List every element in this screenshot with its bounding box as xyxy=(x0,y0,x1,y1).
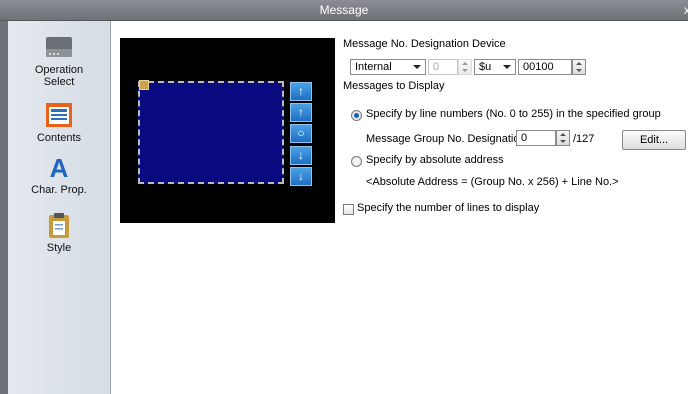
contents-icon xyxy=(46,103,72,127)
scroll-top-button: ↑ xyxy=(290,82,312,101)
edit-button[interactable]: Edit... xyxy=(622,130,686,150)
line-numbers-radio[interactable] xyxy=(351,110,362,121)
scroll-up-button: ↑ xyxy=(290,103,312,122)
absolute-address-radio[interactable] xyxy=(351,156,362,167)
sidebar-item-char-prop[interactable]: A Char. Prop. xyxy=(8,155,110,196)
sidebar-item-label: Operation Select xyxy=(34,64,84,88)
address-value: 00100 xyxy=(523,61,554,73)
scroll-bottom-button: ↓ xyxy=(290,167,312,186)
sidebar-item-operation-select[interactable]: Operation Select xyxy=(8,33,110,88)
chevron-down-icon xyxy=(413,65,421,69)
group-max-label: /127 xyxy=(573,133,595,145)
lines-display-checkbox[interactable] xyxy=(343,204,354,215)
svg-text:A: A xyxy=(50,155,69,181)
drive-icon xyxy=(46,37,72,57)
scroll-center-button: ○ xyxy=(290,124,312,143)
title-bar: Message x xyxy=(0,0,688,21)
resize-handle[interactable] xyxy=(139,80,149,90)
scroll-down-button: ↓ xyxy=(290,146,312,165)
device-number-spinner xyxy=(458,59,472,75)
lines-display-label: Specify the number of lines to display xyxy=(357,202,540,214)
device-number-field: 0 xyxy=(428,59,458,75)
device-heading: Message No. Designation Device xyxy=(343,38,506,50)
messages-heading: Messages to Display xyxy=(343,80,445,92)
window-title: Message xyxy=(319,3,369,17)
sidebar-item-label: Char. Prop. xyxy=(31,184,87,196)
sidebar-item-label: Contents xyxy=(36,132,82,144)
device-type-select[interactable]: Internal xyxy=(350,59,426,75)
group-number-value: 0 xyxy=(521,132,528,144)
address-spinner[interactable] xyxy=(572,59,586,75)
address-type-select[interactable]: $u xyxy=(474,59,516,75)
close-icon[interactable]: x xyxy=(684,3,688,17)
address-field[interactable]: 00100 xyxy=(518,59,572,75)
sidebar-item-style[interactable]: Style xyxy=(8,211,110,254)
sidebar: Operation Select Contents A Char. Prop. … xyxy=(8,21,111,394)
sidebar-item-contents[interactable]: Contents xyxy=(8,101,110,144)
group-number-spinner[interactable] xyxy=(556,130,570,146)
sidebar-item-label: Style xyxy=(46,242,72,254)
clipboard-icon xyxy=(49,213,69,238)
device-type-value: Internal xyxy=(355,61,392,73)
absolute-address-note: <Absolute Address = (Group No. x 256) + … xyxy=(366,176,619,188)
group-designation-label: Message Group No. Designation xyxy=(366,133,526,145)
window-frame xyxy=(0,21,8,394)
group-number-field[interactable]: 0 xyxy=(516,130,556,146)
message-display-preview xyxy=(138,81,284,184)
absolute-address-label: Specify by absolute address xyxy=(366,154,504,166)
device-number-value: 0 xyxy=(433,61,440,73)
line-numbers-label: Specify by line numbers (No. 0 to 255) i… xyxy=(366,108,661,120)
address-type-value: $u xyxy=(479,61,492,73)
chevron-down-icon xyxy=(503,65,511,69)
char-prop-icon: A xyxy=(50,155,69,181)
